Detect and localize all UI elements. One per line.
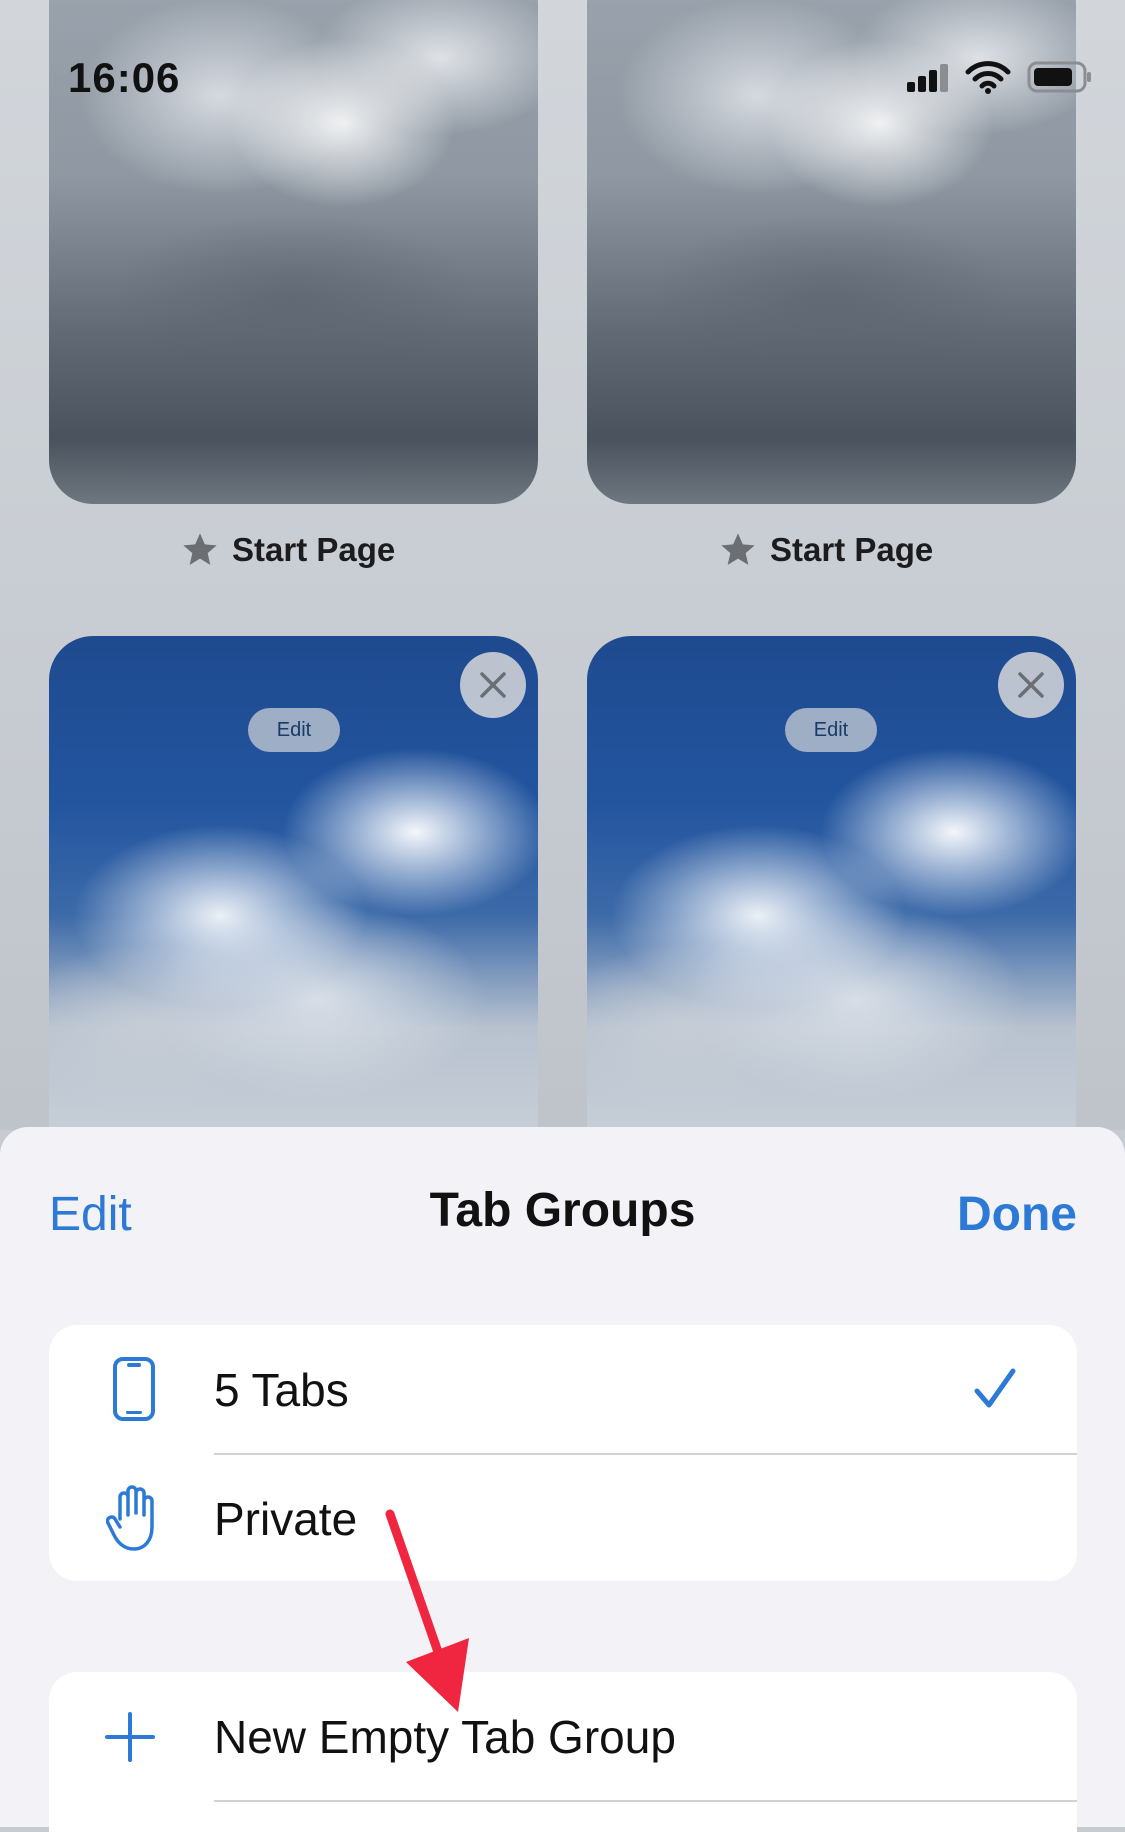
close-tab-button[interactable] [460,652,526,718]
tab-title-text: Start Page [232,531,396,568]
tab-group-row-private[interactable]: Private [49,1454,1077,1581]
battery-icon [1027,61,1091,93]
checkmark-icon [974,1368,1016,1408]
tab-group-list: 5 Tabs Private [49,1325,1077,1581]
status-icons [905,60,1093,94]
phone-icon [99,1353,169,1425]
cellular-signal-icon [907,64,948,92]
close-icon [1018,672,1044,698]
wifi-icon [965,61,1011,94]
tab-title-text: Start Page [770,531,934,568]
tab-thumbnail[interactable]: Edit [587,636,1076,1196]
tab-title: Start Page [180,525,395,575]
close-icon [480,672,506,698]
new-empty-tab-group-label: New Empty Tab Group [214,1711,676,1763]
hand-icon [99,1482,169,1554]
star-icon [721,533,755,565]
tab-groups-sheet: Edit Tab Groups Done 5 Tabs Private New … [0,1127,1125,1832]
tab-group-row-5-tabs[interactable]: 5 Tabs [49,1325,1077,1455]
new-empty-tab-group-button[interactable]: New Empty Tab Group [49,1672,1077,1832]
status-time: 16:06 [68,54,181,101]
done-button[interactable]: Done [957,1187,1077,1242]
row-divider [214,1800,1077,1802]
tab-thumbnail[interactable]: Edit [49,636,538,1196]
close-tab-button[interactable] [998,652,1064,718]
star-icon [183,533,217,565]
edit-pill-button[interactable]: Edit [248,708,340,752]
plus-icon [105,1712,155,1762]
edit-pill-button[interactable]: Edit [785,708,877,752]
tab-group-label: 5 Tabs [214,1364,349,1416]
tab-group-label: Private [214,1493,358,1545]
tab-title: Start Page [718,525,933,575]
